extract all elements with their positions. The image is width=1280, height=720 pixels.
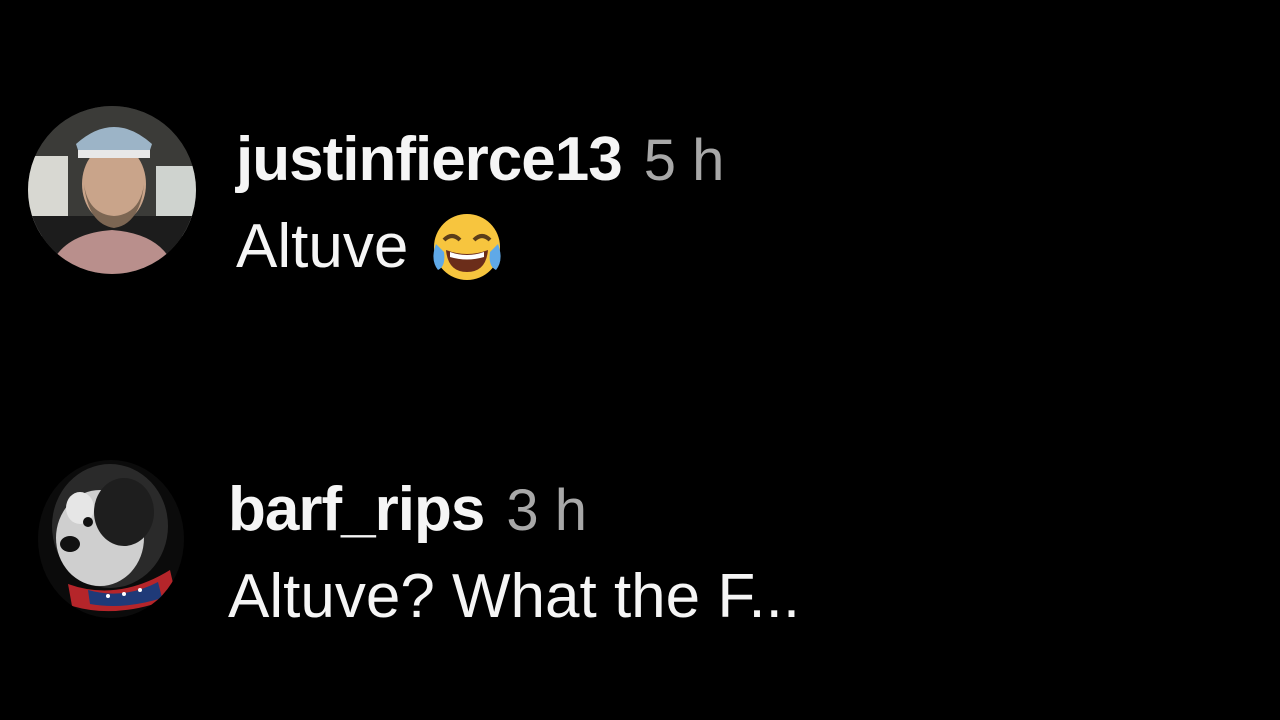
timestamp: 5 h	[643, 128, 725, 193]
comment-text-block: justinfierce13 5 h Altuve	[236, 124, 724, 287]
comment-header: justinfierce13 5 h	[236, 124, 724, 197]
comment-text-block: barf_rips 3 h Altuve? What the F...	[228, 474, 800, 637]
comment-text: Altuve	[236, 212, 409, 281]
username[interactable]: barf_rips	[228, 474, 485, 546]
comment-body: Altuve? What the F...	[228, 557, 800, 637]
comment-item: justinfierce13 5 h Altuve	[0, 106, 1280, 281]
username[interactable]: justinfierce13	[236, 124, 623, 196]
comment-item: barf_rips 3 h Altuve? What the F...	[0, 460, 1280, 631]
face-with-tears-of-joy-icon	[430, 210, 504, 284]
avatar-image-dog	[38, 460, 184, 618]
comments-view: justinfierce13 5 h Altuve barf_rips 3 h …	[0, 0, 1280, 720]
comment-body: Altuve	[236, 207, 724, 287]
avatar[interactable]	[28, 106, 196, 274]
avatar-image-man-in-car	[28, 106, 196, 274]
timestamp: 3 h	[506, 478, 587, 543]
avatar[interactable]	[38, 460, 184, 618]
comment-text: Altuve? What the F...	[228, 562, 801, 631]
comment-header: barf_rips 3 h	[228, 474, 800, 547]
